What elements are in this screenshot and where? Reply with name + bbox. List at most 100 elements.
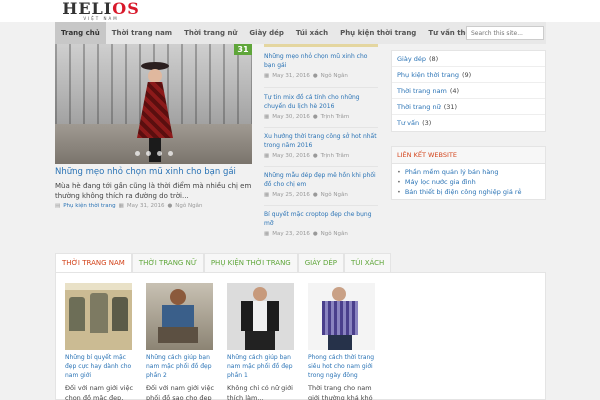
slider-dots <box>55 151 252 156</box>
post-title[interactable]: Bí quyết mặc croptop đẹp che bụng mỡ <box>264 210 378 228</box>
post-title[interactable]: Những cách giúp bạn nam mặc phối đồ đẹp … <box>227 353 297 380</box>
user-icon: ● <box>312 114 318 120</box>
featured-date: May 31, 2016 <box>126 203 165 209</box>
tab-women-fashion[interactable]: THỜI TRANG NỮ <box>131 253 204 272</box>
category-list: Giày dép (8) Phụ kiện thời trang (9) Thời … <box>391 50 546 132</box>
post-excerpt: Không chỉ có nữ giới thích làm... <box>227 384 293 400</box>
calendar-icon: ▦ <box>118 203 124 209</box>
date-badge: 31 <box>234 44 252 55</box>
sidebar-link[interactable]: Máy lọc nước gia đình <box>392 177 545 187</box>
list-item: Những cách giúp bạn nam mặc phối đồ đẹp … <box>227 283 297 400</box>
user-icon: ● <box>312 153 318 159</box>
category-tabs-widget: THỜI TRANG NAM THỜI TRANG NỮ PHỤ KIỆN TH… <box>55 253 546 400</box>
tab-panel: Những bí quyết mặc đẹp cực hay dành cho … <box>55 272 546 400</box>
nav-item-home[interactable]: Trang chủ <box>55 22 106 44</box>
category-item-shoes[interactable]: Giày dép (8) <box>392 51 545 67</box>
site-logo[interactable]: HELIOS VIỆT NAM <box>55 0 147 22</box>
featured-author[interactable]: Ngô Ngân <box>175 203 202 209</box>
post-author[interactable]: Trịnh Trâm <box>321 114 350 120</box>
category-name: Phụ kiện thời trang <box>397 70 459 79</box>
sidebar-link[interactable]: Phần mềm quản lý bán hàng <box>392 167 545 177</box>
post-date: May 25, 2016 <box>272 192 310 198</box>
post-author[interactable]: Ngô Ngân <box>321 73 348 79</box>
list-item: Những bí quyết mặc đẹp cực hay dành cho … <box>65 283 135 400</box>
featured-image[interactable] <box>55 44 252 164</box>
calendar-icon: ▦ <box>264 114 270 120</box>
calendar-icon: ▦ <box>264 73 270 79</box>
post-author[interactable]: Ngô Ngân <box>321 231 348 237</box>
nav-item-accessories[interactable]: Phụ kiện thời trang <box>334 22 422 44</box>
featured-image-model <box>135 62 175 162</box>
category-count: (31) <box>443 102 458 111</box>
tab-men-fashion[interactable]: THỜI TRANG NAM <box>55 253 132 272</box>
category-count: (9) <box>461 70 472 79</box>
list-item: Những mẫu dép đẹp mê hồn khi phối đồ cho… <box>264 171 378 198</box>
slider-dot[interactable] <box>156 151 162 156</box>
main-nav: Trang chủ Thời trang nam Thời trang nữ G… <box>55 22 546 44</box>
divider <box>264 127 378 128</box>
post-excerpt: Đối với nam giới việc phối đồ sao cho đẹ… <box>146 384 215 400</box>
nav-item-women-fashion[interactable]: Thời trang nữ <box>178 22 243 44</box>
category-item-men[interactable]: Thời trang nam (4) <box>392 83 545 99</box>
tab-bags[interactable]: TÚI XÁCH <box>344 253 392 272</box>
featured-title[interactable]: Những mẹo nhỏ chọn mũ xinh cho bạn gái <box>55 167 255 177</box>
post-title[interactable]: Phong cách thời trang siêu hot cho nam g… <box>308 353 378 380</box>
post-thumbnail[interactable] <box>308 283 375 350</box>
tab-bar: THỜI TRANG NAM THỜI TRANG NỮ PHỤ KIỆN TH… <box>55 253 546 272</box>
post-thumbnail[interactable] <box>65 283 132 350</box>
divider <box>264 166 378 167</box>
category-name: Thời trang nam <box>397 86 447 95</box>
user-icon: ● <box>312 231 318 237</box>
post-title[interactable]: Xu hướng thời trang công sở hot nhất tro… <box>264 132 378 150</box>
post-thumbnail[interactable] <box>146 283 213 350</box>
tab-accessories[interactable]: PHỤ KIỆN THỜI TRANG <box>203 253 298 272</box>
slider-dot[interactable] <box>134 151 140 156</box>
post-date: May 30, 2016 <box>272 153 310 159</box>
post-title[interactable]: Tự tin mix đồ cá tính cho những chuyến d… <box>264 93 378 111</box>
category-item-accessories[interactable]: Phụ kiện thời trang (9) <box>392 67 545 83</box>
user-icon: ● <box>167 203 173 209</box>
post-date: May 31, 2016 <box>272 73 310 79</box>
category-name: Giày dép <box>397 54 426 63</box>
links-widget: LIÊN KẾT WEBSITE Phần mềm quản lý bán hà… <box>391 146 546 200</box>
post-title[interactable]: Những bí quyết mặc đẹp cực hay dành cho … <box>65 353 135 380</box>
featured-excerpt: Mùa hè đang tới gần cũng là thời điểm mà… <box>55 182 252 200</box>
divider <box>264 205 378 206</box>
list-item: Bí quyết mặc croptop đẹp che bụng mỡ ▦ Ma… <box>264 210 378 237</box>
list-accent-bar <box>264 44 378 47</box>
post-author[interactable]: Trịnh Trâm <box>321 153 350 159</box>
slider-dot[interactable] <box>167 151 173 156</box>
featured-meta: ▤ Phụ kiện thời trang ▦ May 31, 2016 ● N… <box>55 203 202 209</box>
post-date: May 23, 2016 <box>272 231 310 237</box>
category-count: (4) <box>449 86 460 95</box>
post-date: May 30, 2016 <box>272 114 310 120</box>
nav-item-shoes[interactable]: Giày dép <box>243 22 289 44</box>
logo-subtitle: VIỆT NAM <box>83 16 119 21</box>
list-item: Tự tin mix đồ cá tính cho những chuyến d… <box>264 93 378 120</box>
category-count: (3) <box>422 119 432 127</box>
list-item: Phong cách thời trang siêu hot cho nam g… <box>308 283 378 400</box>
post-excerpt: Đối với nam giới việc chọn đồ mặc đẹp, <box>65 384 134 400</box>
post-author[interactable]: Ngô Ngân <box>321 192 348 198</box>
post-title[interactable]: Những mẹo nhỏ chọn mũ xinh cho bạn gái <box>264 52 378 70</box>
search-input[interactable] <box>466 26 544 40</box>
category-name: Thời trang nữ <box>397 102 441 111</box>
post-thumbnail[interactable] <box>227 283 294 350</box>
post-title[interactable]: Những cách giúp bạn nam mặc phối đồ đẹp … <box>146 353 216 380</box>
featured-category[interactable]: Phụ kiện thời trang <box>63 203 115 209</box>
post-title[interactable]: Những mẫu dép đẹp mê hồn khi phối đồ cho… <box>264 171 378 189</box>
links-widget-title: LIÊN KẾT WEBSITE <box>392 147 545 164</box>
category-item-advice[interactable]: Tư vấn (3) <box>392 115 545 131</box>
sidebar-link[interactable]: Bán thiết bị điện công nghiệp giá rẻ <box>392 187 545 197</box>
category-item-women[interactable]: Thời trang nữ (31) <box>392 99 545 115</box>
nav-item-bags[interactable]: Túi xách <box>290 22 334 44</box>
nav-item-men-fashion[interactable]: Thời trang nam <box>106 22 178 44</box>
folder-icon: ▤ <box>55 203 61 209</box>
calendar-icon: ▦ <box>264 231 270 237</box>
tab-shoes[interactable]: GIÀY DÉP <box>297 253 345 272</box>
user-icon: ● <box>312 73 318 79</box>
slider-dot[interactable] <box>145 151 151 156</box>
calendar-icon: ▦ <box>264 153 270 159</box>
category-count: (8) <box>429 54 439 63</box>
post-excerpt: Thời trang cho nam giới thường khá khó <box>308 384 373 400</box>
